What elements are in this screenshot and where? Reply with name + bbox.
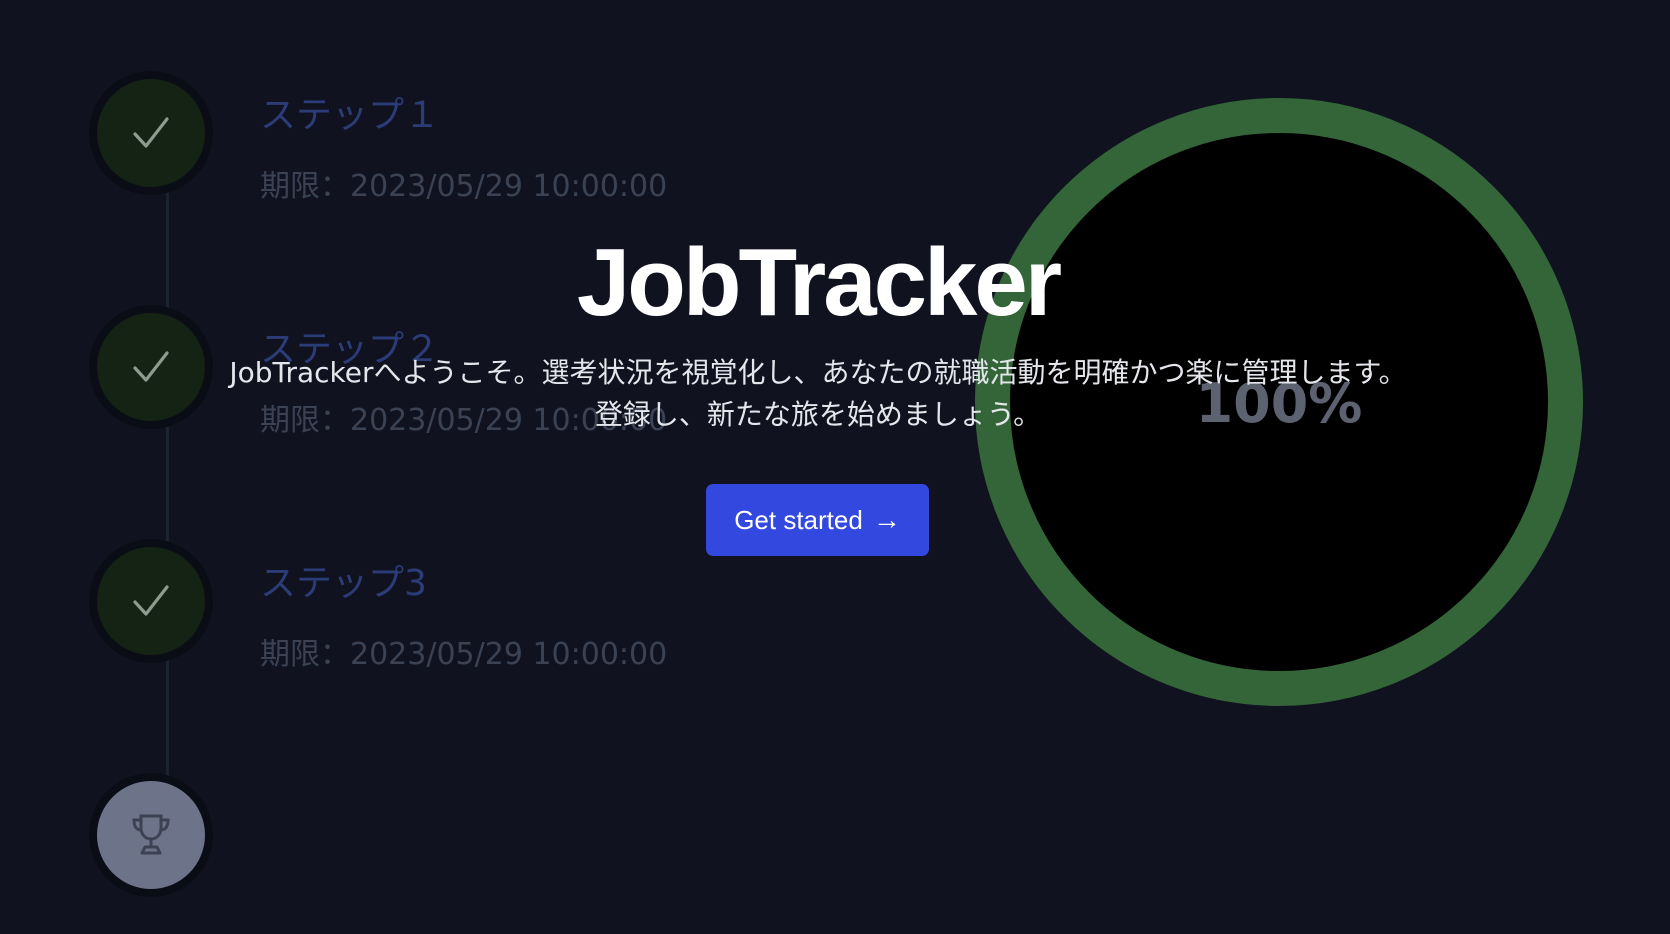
page-title: JobTracker xyxy=(576,229,1062,336)
hero-section: JobTracker JobTrackerへようこそ。選考状況を視覚化し、あなた… xyxy=(0,0,1670,934)
hero-description: JobTrackerへようこそ。選考状況を視覚化し、あなたの就職活動を明確かつ楽… xyxy=(100,352,1536,436)
get-started-button[interactable]: Get started → xyxy=(706,484,929,556)
landing-page: ステップ１ 期限：2023/05/29 10:00:00 ステップ２ 期限：20… xyxy=(0,0,1670,934)
get-started-label: Get started xyxy=(734,504,863,535)
arrow-right-icon: → xyxy=(872,504,901,535)
hero-description-line-2: 登録し、新たな旅を始めましょう。 xyxy=(594,398,1042,431)
hero-description-line-1: JobTrackerへようこそ。選考状況を視覚化し、あなたの就職活動を明確かつ楽… xyxy=(229,356,1407,389)
